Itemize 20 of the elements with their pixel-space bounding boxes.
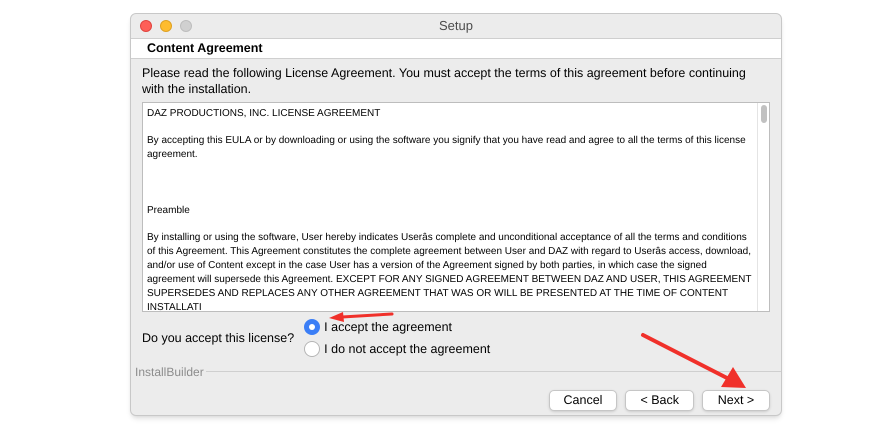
close-button[interactable] <box>140 20 152 32</box>
license-paragraph: Preamble <box>147 204 191 218</box>
radio-button[interactable] <box>304 319 320 336</box>
minimize-button[interactable] <box>160 20 172 32</box>
page-title: Content Agreement <box>147 40 263 58</box>
radio-option[interactable]: I do not accept the agreement <box>304 340 490 358</box>
license-paragraph: By accepting this EULA or by downloading or using the software you signify that you have read and agree to all the terms of this license agreement. <box>147 134 747 162</box>
dialog-button[interactable]: Cancel <box>548 390 618 410</box>
radio-button[interactable] <box>304 341 320 358</box>
radio-option[interactable]: I accept the agreement <box>304 318 490 337</box>
instructions-text: Please read the following License Agreement. You must accept the terms of this agreement before continuing with the installation. <box>142 65 747 97</box>
license-paragraph: By installing or using the software, User hereby indicates Userâs complete and unconditional acceptance of all the terms and conditions of this Agreement. This Agreement constitutes the complete agreement between User and DAZ with regard to Userâs access, download, and/or use of Content except in the case User has a version of the Agreement signed by both parties, in which case the signed agreement will supersede this Agreement. EXCEPT FOR ANY SIGNED AGREEMENT BETWEEN DAZ AND USER, THIS AGREEMENT SUPERSEDES AND REPLACES ANY OTHER AGREEMENT THAT WAS OR WILL BE PRESENTED AT THE TIME OF CONTENT INSTALLATI <box>147 231 752 311</box>
dialog-button[interactable]: Next > <box>702 390 770 410</box>
window-title: Setup <box>439 17 473 36</box>
scrollbar-thumb[interactable] <box>760 105 766 123</box>
brand-label: InstallBuilder <box>135 364 204 380</box>
license-paragraph: DAZ PRODUCTIONS, INC. LICENSE AGREEMENT <box>147 107 382 121</box>
dialog-button[interactable]: < Back <box>625 390 694 410</box>
annotation-arrow <box>329 312 394 322</box>
question-label: Do you accept this license? <box>142 330 294 347</box>
